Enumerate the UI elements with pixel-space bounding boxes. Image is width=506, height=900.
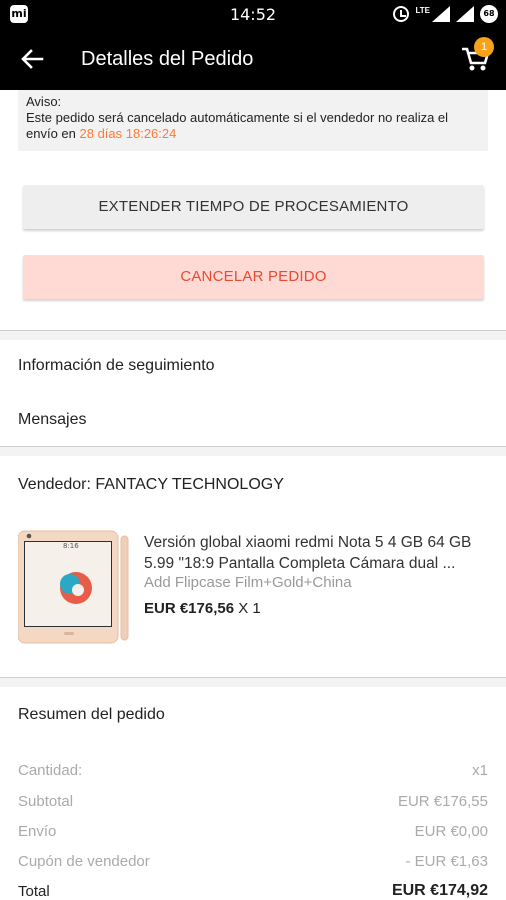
- status-bar: mi 14:52 LTE 68: [0, 0, 506, 28]
- product-quantity: X 1: [238, 600, 261, 617]
- phone-screen-time: 8:16: [63, 542, 79, 550]
- status-icons: LTE 68: [393, 4, 498, 24]
- summary-row-label: Cantidad:: [18, 762, 83, 779]
- cancel-order-button[interactable]: CANCELAR PEDIDO: [23, 255, 484, 299]
- signal-icon: [456, 6, 474, 22]
- summary-row-value: - EUR €1,63: [405, 853, 488, 870]
- section-divider: [0, 677, 506, 687]
- auto-cancel-notice: Aviso: Este pedido será cancelado automá…: [18, 90, 488, 151]
- notice-label: Aviso:: [26, 94, 62, 109]
- battery-icon: 68: [480, 5, 498, 23]
- page-title: Detalles del Pedido: [81, 48, 254, 70]
- lte-label: LTE: [415, 5, 430, 15]
- summary-row-label: Cupón de vendedor: [18, 853, 150, 870]
- summary-row-value: x1: [472, 762, 488, 779]
- extend-processing-time-button[interactable]: EXTENDER TIEMPO DE PROCESAMIENTO: [23, 185, 484, 229]
- summary-row-label: Envío: [18, 823, 57, 840]
- product-title[interactable]: Versión global xiaomi redmi Nota 5 4 GB …: [144, 532, 489, 574]
- alarm-icon: [393, 6, 410, 22]
- notice-text: Este pedido será cancelado automáticamen…: [26, 110, 480, 142]
- total-value: EUR €174,92: [391, 882, 488, 899]
- product-image[interactable]: 8:16: [18, 530, 130, 644]
- total-label: Total: [18, 883, 50, 900]
- back-arrow-icon[interactable]: [18, 45, 46, 73]
- seller-name[interactable]: Vendedor: FANTACY TECHNOLOGY: [18, 476, 284, 494]
- product-variant: Add Flipcase Film+Gold+China: [144, 574, 352, 591]
- notice-countdown: 28 días 18:26:24: [79, 126, 177, 141]
- summary-row-label: Subtotal: [18, 793, 74, 810]
- app-bar: Detalles del Pedido 1: [0, 28, 506, 90]
- signal-icon: [432, 6, 450, 22]
- summary-row-value: EUR €0,00: [414, 823, 488, 840]
- product-price: EUR €176,56: [144, 600, 235, 617]
- summary-row-value: EUR €176,55: [397, 793, 488, 810]
- messages-link[interactable]: Mensajes: [18, 411, 86, 429]
- order-summary-title: Resumen del pedido: [18, 706, 165, 723]
- tracking-info-link[interactable]: Información de seguimiento: [18, 357, 215, 375]
- cart-count-badge: 1: [474, 37, 494, 57]
- section-divider: [0, 330, 506, 340]
- product-price-line: EUR €176,56 X 1: [144, 600, 261, 617]
- section-divider: [0, 446, 506, 456]
